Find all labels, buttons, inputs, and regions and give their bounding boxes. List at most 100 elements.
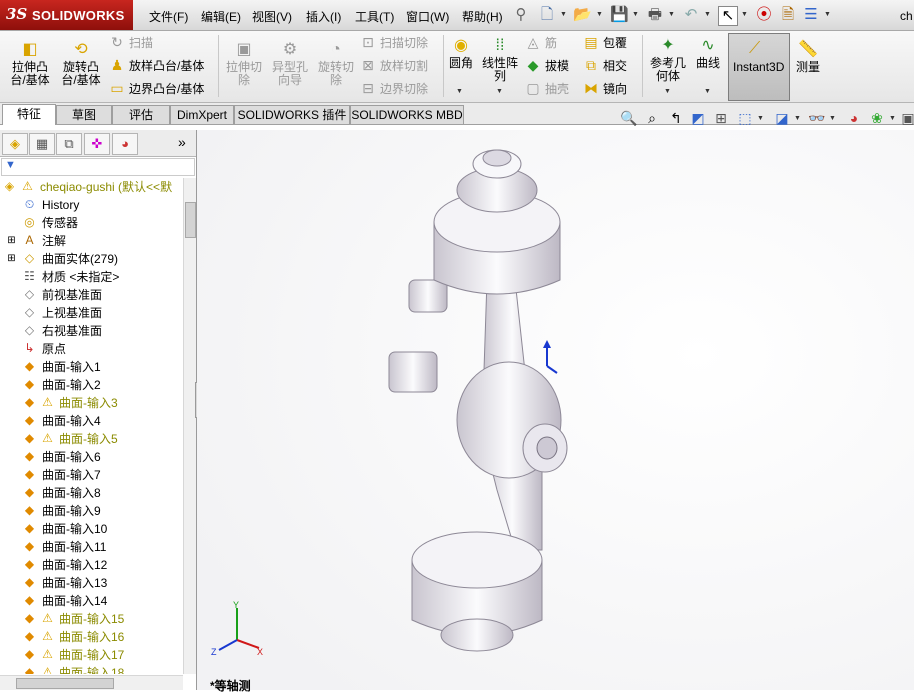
sweep-button[interactable]: ↻ 扫描 bbox=[108, 33, 153, 51]
revolve-cut-button[interactable]: ◔ 旋转切除 bbox=[314, 41, 358, 87]
zoom-to-fit-icon[interactable]: 🔍 bbox=[620, 109, 638, 127]
chevron-down-icon[interactable]: ▼ bbox=[496, 88, 503, 95]
tree-item-label: 曲面-输入10 bbox=[42, 522, 108, 536]
edit-appearance-icon[interactable]: ◕ bbox=[845, 109, 863, 127]
ribbon-separator bbox=[642, 35, 643, 97]
revolve-cut-label: 旋转切除 bbox=[317, 60, 354, 87]
sweep-cut-label: 扫描切除 bbox=[380, 36, 429, 50]
surface-icon: ◆ bbox=[24, 593, 35, 607]
sweep-cut-button[interactable]: ⊡ 扫描切除 bbox=[359, 33, 428, 51]
draft-button[interactable]: ◆ 拔模 bbox=[524, 56, 569, 74]
revolve-boss-button[interactable]: ⟲ 旋转凸台/基体 bbox=[56, 41, 106, 87]
boundary-boss-button[interactable]: ▭ 边界凸台/基体 bbox=[108, 79, 204, 97]
expand-icon[interactable]: ⊞ bbox=[4, 251, 19, 266]
shell-button[interactable]: ▢ 抽壳 bbox=[524, 79, 569, 97]
menu-help[interactable]: 帮助(H) bbox=[462, 8, 503, 25]
intersect-button[interactable]: ⧉ 相交 bbox=[582, 56, 627, 74]
menu-edit[interactable]: 编辑(E) bbox=[201, 8, 241, 25]
options-icon[interactable]: ☰ bbox=[802, 6, 820, 24]
undo-icon[interactable]: ↶ bbox=[682, 6, 700, 24]
curves-button[interactable]: ∿ 曲线 bbox=[693, 37, 723, 70]
section-view-icon[interactable]: ◩ bbox=[689, 109, 707, 127]
fillet-button[interactable]: ◉ 圆角 bbox=[446, 37, 476, 70]
chevron-down-icon[interactable]: ▼ bbox=[664, 88, 671, 95]
configuration-manager-tab-icon[interactable]: ⧉ bbox=[56, 133, 82, 155]
view-orientation-icon[interactable]: ⬚ bbox=[736, 109, 754, 127]
menu-view[interactable]: 视图(V) bbox=[252, 8, 292, 25]
instant3d-button[interactable]: ⟋ Instant3D bbox=[728, 33, 790, 101]
chevron-down-icon[interactable]: ▼ bbox=[741, 11, 748, 18]
tab-sketch[interactable]: 草图 bbox=[56, 105, 112, 124]
dynamic-annotation-icon[interactable]: ⊞ bbox=[712, 109, 730, 127]
surface-icon: ◆ bbox=[24, 557, 35, 571]
chevron-down-icon[interactable]: ▼ bbox=[560, 11, 567, 18]
linear-pattern-button[interactable]: ⁞⁞ 线性阵列 bbox=[480, 37, 520, 83]
apply-scene-icon[interactable]: ❀ bbox=[868, 109, 886, 127]
loft-cut-button[interactable]: ⊠ 放样切割 bbox=[359, 56, 428, 74]
menu-window[interactable]: 窗口(W) bbox=[406, 8, 449, 25]
chevron-down-icon[interactable]: ▼ bbox=[824, 11, 831, 18]
expand-icon[interactable]: ⊞ bbox=[4, 233, 19, 248]
rebuild-traffic-light-icon[interactable]: ⦿ bbox=[755, 6, 773, 24]
new-document-icon[interactable]: 🗋 bbox=[538, 6, 556, 24]
scrollbar-thumb[interactable] bbox=[185, 202, 196, 238]
measure-button[interactable]: 📏 测量 bbox=[792, 41, 824, 74]
extrude-cut-button[interactable]: ▣ 拉伸切除 bbox=[222, 41, 266, 87]
tab-mbd[interactable]: SOLIDWORKS MBD bbox=[350, 105, 464, 124]
open-folder-icon[interactable]: 📂 bbox=[573, 6, 592, 24]
menu-insert[interactable]: 插入(I) bbox=[306, 8, 341, 25]
feature-tree-tab-icon[interactable]: ◈ bbox=[2, 133, 28, 155]
chevron-down-icon[interactable]: ▼ bbox=[704, 88, 711, 95]
solidworks-logo[interactable]: 3S SOLIDWORKS bbox=[0, 0, 133, 30]
pin-icon[interactable]: ⚲ bbox=[512, 6, 530, 24]
surface-icon: ◆ bbox=[24, 647, 35, 661]
file-properties-icon[interactable]: 🗎 bbox=[779, 6, 797, 24]
scrollbar-thumb[interactable] bbox=[16, 678, 114, 689]
chevron-down-icon[interactable]: ▼ bbox=[794, 115, 801, 122]
dimxpert-manager-tab-icon[interactable]: ✜ bbox=[84, 133, 110, 155]
display-manager-tab-icon[interactable]: ◕ bbox=[112, 133, 138, 155]
tree-vertical-scrollbar[interactable] bbox=[183, 178, 196, 674]
chevron-down-icon[interactable]: ▼ bbox=[889, 115, 896, 122]
view-settings-icon[interactable]: ▣ bbox=[899, 109, 914, 127]
tab-features[interactable]: 特征 bbox=[2, 104, 56, 125]
select-cursor-icon[interactable]: ↖ bbox=[718, 6, 738, 26]
tree-item-label: 曲面-输入9 bbox=[42, 504, 101, 518]
rib-button[interactable]: ◬ 筋 bbox=[524, 33, 557, 51]
chevron-down-icon[interactable]: ▼ bbox=[596, 11, 603, 18]
menu-tools[interactable]: 工具(T) bbox=[355, 8, 394, 25]
chevron-down-icon[interactable]: ▼ bbox=[704, 11, 711, 18]
display-style-icon[interactable]: ◪ bbox=[773, 109, 791, 127]
reference-geometry-button[interactable]: ✦ 参考几何体 bbox=[646, 37, 690, 83]
save-icon[interactable]: 💾 bbox=[610, 6, 629, 24]
expand-panel-icon[interactable]: » bbox=[178, 134, 186, 150]
menu-file[interactable]: 文件(F) bbox=[149, 8, 188, 25]
chevron-down-icon[interactable]: ▼ bbox=[632, 11, 639, 18]
tab-dimxpert[interactable]: DimXpert bbox=[170, 105, 234, 124]
chevron-down-icon[interactable]: ▼ bbox=[757, 115, 764, 122]
tab-evaluate[interactable]: 评估 bbox=[112, 105, 170, 124]
hide-show-items-icon[interactable]: 👓 bbox=[808, 109, 826, 127]
hole-wizard-button[interactable]: ⚙ 异型孔向导 bbox=[268, 41, 312, 87]
tab-addins[interactable]: SOLIDWORKS 插件 bbox=[234, 105, 350, 124]
mirror-button[interactable]: ⧓ 镜向 bbox=[582, 79, 627, 97]
chevron-down-icon[interactable]: ▼ bbox=[456, 88, 463, 95]
chevron-down-icon[interactable]: ▼ bbox=[829, 115, 836, 122]
extrude-boss-button[interactable]: ◧ 拉伸凸台/基体 bbox=[6, 41, 54, 87]
tree-horizontal-scrollbar[interactable] bbox=[0, 675, 183, 690]
surface-icon: ◆ bbox=[24, 449, 35, 463]
boundary-cut-button[interactable]: ⊟ 边界切除 bbox=[359, 79, 428, 97]
tree-item-label: 曲面-输入12 bbox=[42, 558, 108, 572]
wrap-button[interactable]: ▤ 包覆 bbox=[582, 33, 627, 51]
previous-view-icon[interactable]: ↰ bbox=[667, 109, 685, 127]
print-icon[interactable]: 🖶 bbox=[646, 6, 664, 24]
property-manager-tab-icon[interactable]: ▦ bbox=[29, 133, 55, 155]
pinion-hub bbox=[536, 436, 558, 460]
axle-model[interactable]: Y X Z bbox=[197, 130, 914, 690]
chevron-down-icon[interactable]: ▼ bbox=[668, 11, 675, 18]
tree-filter-bar[interactable]: ▼ bbox=[1, 158, 195, 176]
sweep-label: 扫描 bbox=[129, 36, 154, 50]
zoom-to-area-icon[interactable]: ⌕ bbox=[643, 109, 661, 127]
graphics-viewport[interactable]: Y X Z bbox=[197, 130, 914, 690]
loft-boss-button[interactable]: ♟ 放样凸台/基体 bbox=[108, 56, 205, 74]
